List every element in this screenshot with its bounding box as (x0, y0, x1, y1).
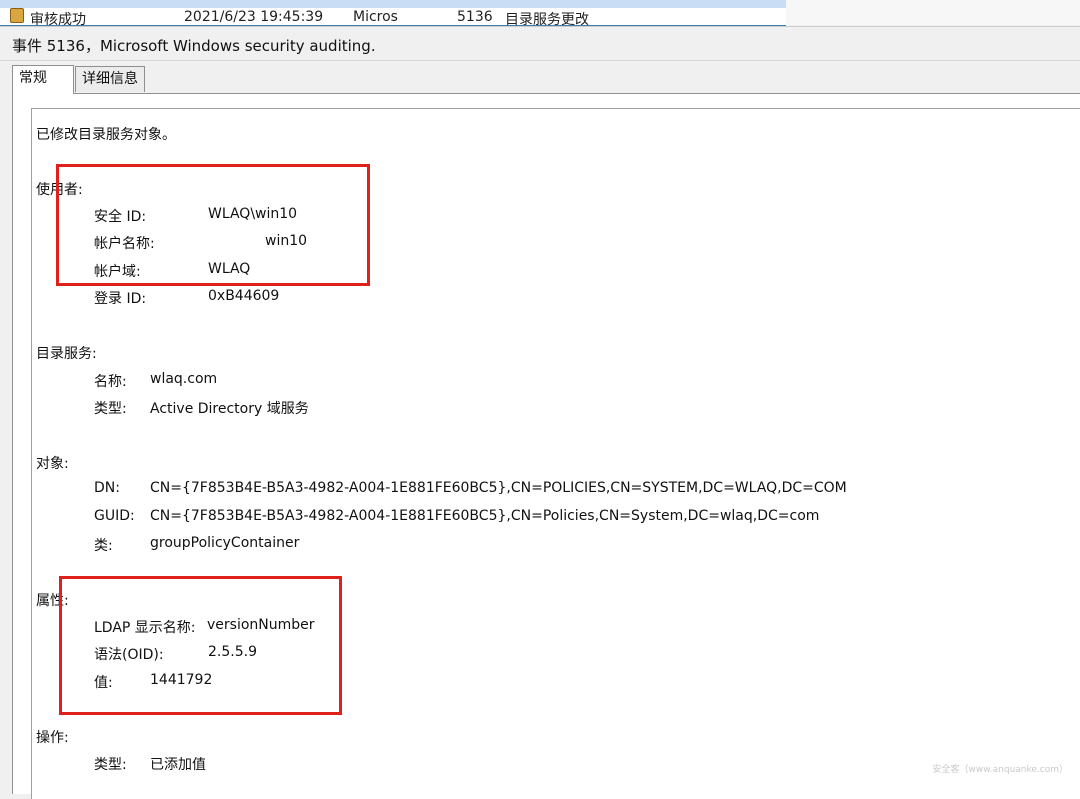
subject-highlight-box (56, 164, 370, 286)
tab-details[interactable]: 详细信息 (75, 66, 145, 92)
guid-value: CN={7F853B4E-B5A3-4982-A004-1E881FE60BC5… (150, 508, 820, 524)
event-list-row[interactable]: 审核成功 2021/6/23 19:45:39 Micros 5136 目录服务… (0, 0, 786, 26)
event-category: 目录服务更改 (505, 12, 589, 26)
watermark: 安全客（www.anquanke.com） (932, 765, 1068, 775)
event-title-bar: 事件 5136，Microsoft Windows security audit… (0, 26, 1080, 61)
ds-type-label: 类型: (94, 401, 127, 417)
class-value: groupPolicyContainer (150, 535, 300, 551)
class-label: 类: (94, 538, 113, 554)
ds-name-value: wlaq.com (150, 371, 218, 387)
dn-label: DN: (94, 480, 120, 496)
ds-type-value: Active Directory 域服务 (150, 401, 309, 417)
general-panel: 已修改目录服务对象。 使用者: 安全 ID: WLAQ\win10 帐户名称: … (12, 93, 1080, 799)
tab-details-label: 详细信息 (82, 71, 138, 87)
tab-general-label: 常规 (19, 70, 47, 86)
audit-key-icon (10, 8, 24, 23)
directory-service-header: 目录服务: (36, 346, 97, 362)
guid-label: GUID: (94, 508, 135, 524)
event-title: 事件 5136，Microsoft Windows security audit… (12, 37, 376, 55)
dn-value: CN={7F853B4E-B5A3-4982-A004-1E881FE60BC5… (150, 480, 847, 496)
list-empty-area (786, 0, 1080, 25)
ds-name-label: 名称: (94, 374, 127, 390)
operation-header: 操作: (36, 730, 69, 746)
event-id: 5136 (457, 9, 493, 25)
logon-id-value: 0xB44609 (208, 288, 280, 304)
tab-general[interactable]: 常规 (12, 65, 74, 94)
object-header: 对象: (36, 456, 69, 472)
attribute-highlight-box (59, 576, 342, 715)
event-datetime: 2021/6/23 19:45:39 (184, 9, 324, 25)
event-description-box[interactable]: 已修改目录服务对象。 使用者: 安全 ID: WLAQ\win10 帐户名称: … (31, 108, 1080, 799)
event-status: 审核成功 (30, 12, 86, 26)
operation-type-label: 类型: (94, 757, 127, 773)
selection-strip (0, 0, 786, 8)
operation-type-value: 已添加值 (150, 757, 206, 773)
event-source: Micros (353, 9, 398, 25)
event-summary: 已修改目录服务对象。 (36, 127, 176, 143)
logon-id-label: 登录 ID: (94, 291, 147, 307)
